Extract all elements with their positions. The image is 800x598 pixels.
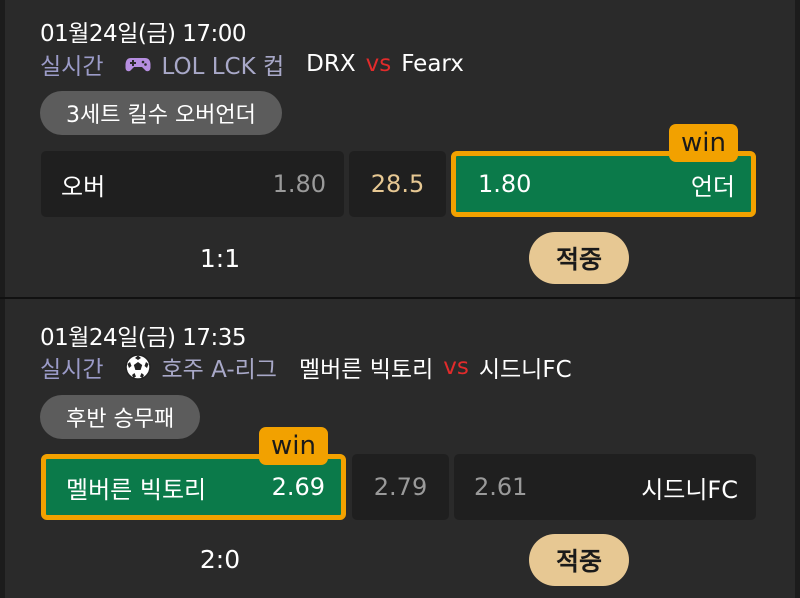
match-score: 1:1 [199,244,241,273]
match-score: 2:0 [199,545,241,574]
option-label: 오버 [61,172,106,201]
option-label: 시드니FC [641,475,738,504]
option-odds: 2.79 [373,473,428,501]
live-status: 실시간 [40,357,104,383]
match-datetime: 01월24일(금) 17:00 [40,21,247,47]
vs-label: vs [365,51,392,77]
match-datetime: 01월24일(금) 17:35 [40,325,247,351]
home-team: DRX [306,51,356,77]
bet-option-draw[interactable]: 2.79 [352,454,449,520]
vs-label: vs [443,354,469,380]
league-name: 호주 A-리그 [161,357,277,383]
home-team: 멜버른 빅토리 [298,357,434,383]
win-badge: win [259,427,328,465]
bet-card: 01월24일(금) 17:00 실시간 LOL LCK 컵 DRX vs Fea… [0,0,800,297]
option-odds: 1.80 [478,170,532,198]
option-odds: 1.80 [272,170,326,198]
soccer-ball-icon [125,354,152,380]
match-info: 실시간 호주 A-리그 멜버른 빅토리 vs 시드니FC [40,350,572,384]
option-odds: 2.61 [474,473,528,501]
result-badge: 적중 [529,232,629,284]
win-badge: win [669,124,738,162]
live-status: 실시간 [40,54,104,80]
gamepad-icon [125,53,151,75]
bet-option-over[interactable]: 오버 1.80 [41,151,344,217]
market-type-badge: 3세트 킬수 오버언더 [40,91,282,135]
handicap-line: 28.5 [349,151,446,217]
league-name: LOL LCK 컵 [161,54,285,80]
market-type-badge: 후반 승무패 [40,395,201,439]
option-label: 언더 [690,172,735,201]
option-label: 멜버른 빅토리 [66,475,207,504]
match-info: 실시간 LOL LCK 컵 DRX vs Fearx [40,47,464,81]
handicap-value: 28.5 [370,170,425,198]
result-badge: 적중 [529,534,629,586]
option-odds: 2.69 [271,473,325,501]
bet-card: 01월24일(금) 17:35 실시간 호주 A-리그 멜버른 빅토리 vs 시… [0,299,800,598]
away-team: Fearx [401,51,464,77]
bet-option-away[interactable]: 2.61 시드니FC [454,454,756,520]
away-team: 시드니FC [478,357,572,383]
